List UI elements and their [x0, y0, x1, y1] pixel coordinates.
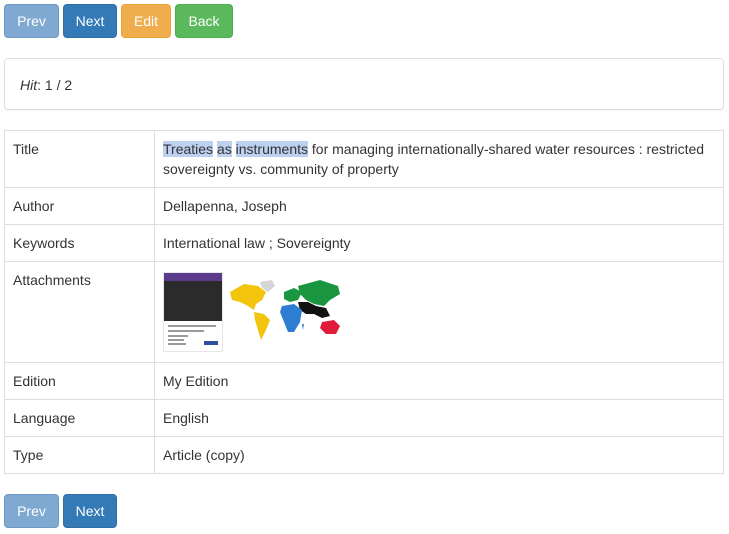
search-highlight: Treaties [163, 141, 214, 157]
title-label: Title [4, 130, 155, 188]
type-label: Type [4, 436, 155, 474]
language-value: English [154, 399, 724, 437]
author-row: Author Dellapenna, Joseph [4, 187, 724, 225]
author-label: Author [4, 187, 155, 225]
attachments-row: Attachments [4, 261, 724, 363]
hit-label: Hit [20, 77, 38, 93]
edition-label: Edition [4, 362, 155, 400]
type-row: Type Article (copy) [4, 436, 724, 474]
language-label: Language [4, 399, 155, 437]
world-map-thumbnail[interactable] [228, 272, 343, 342]
hit-value: 1 / 2 [44, 77, 73, 93]
author-value: Dellapenna, Joseph [154, 187, 724, 225]
keywords-row: Keywords International law ; Sovereignty [4, 224, 724, 262]
language-row: Language English [4, 399, 724, 437]
prev-button[interactable]: Prev [4, 4, 59, 38]
next-button[interactable]: Next [63, 4, 117, 38]
prev-button-bottom[interactable]: Prev [4, 494, 59, 528]
hit-separator: : [37, 77, 42, 93]
hit-panel: Hit: 1 / 2 [4, 58, 724, 110]
attachments-value [154, 261, 724, 363]
type-value: Article (copy) [154, 436, 724, 474]
title-value: Treaties as instruments for managing int… [154, 130, 724, 188]
attachments-label: Attachments [4, 261, 155, 363]
search-highlight: as [216, 141, 232, 157]
keywords-value: International law ; Sovereignty [154, 224, 724, 262]
edition-value: My Edition [154, 362, 724, 400]
record-table: Title Treaties as instruments for managi… [4, 130, 724, 474]
document-cover-thumbnail[interactable] [163, 272, 223, 352]
back-button[interactable]: Back [175, 4, 233, 38]
title-row: Title Treaties as instruments for managi… [4, 130, 724, 188]
edition-row: Edition My Edition [4, 362, 724, 400]
next-button-bottom[interactable]: Next [63, 494, 117, 528]
keywords-label: Keywords [4, 224, 155, 262]
edit-button[interactable]: Edit [121, 4, 171, 38]
search-highlight: instruments [235, 141, 308, 157]
hit-counter: Hit: 1 / 2 [20, 76, 72, 94]
